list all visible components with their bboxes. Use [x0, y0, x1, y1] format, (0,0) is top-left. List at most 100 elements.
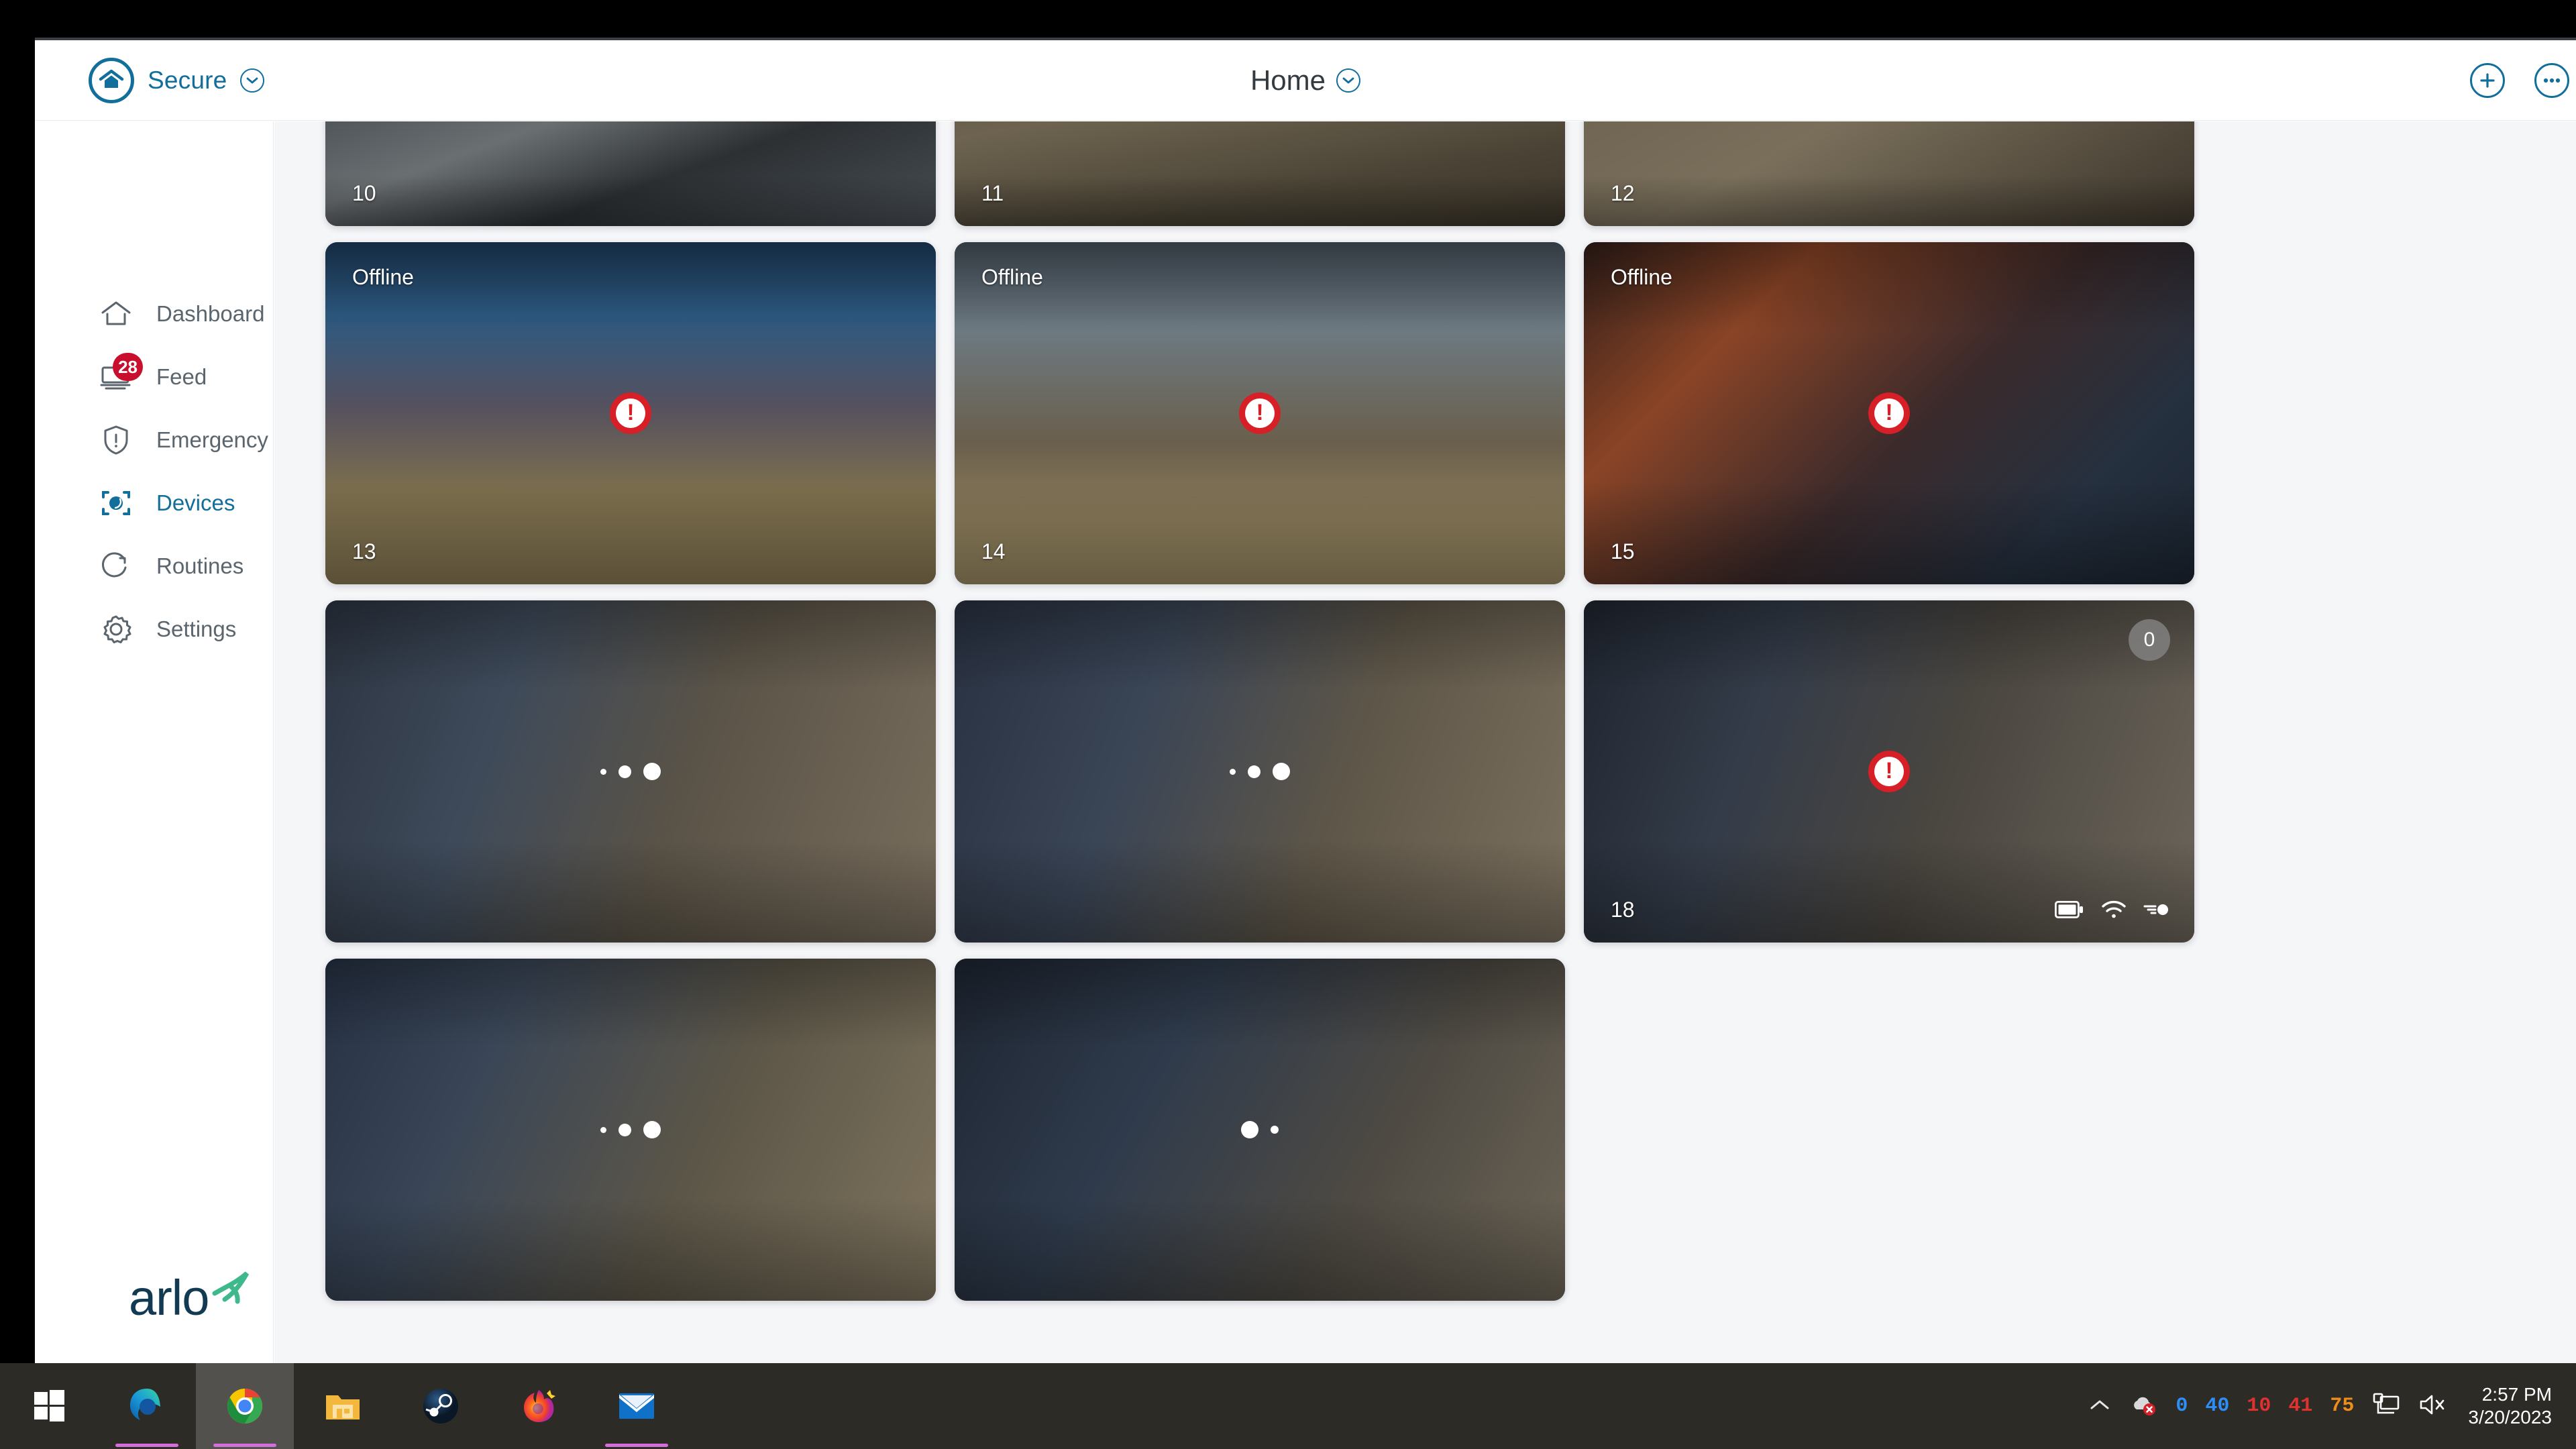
camera-card[interactable] [955, 959, 1565, 1301]
volume-muted-icon[interactable] [2418, 1393, 2447, 1419]
camera-card[interactable]: 18! 0 [1584, 600, 2194, 943]
running-indicator [115, 1444, 178, 1447]
spinner-dot [1230, 768, 1236, 775]
camera-status-icons [2054, 900, 2170, 922]
chevron-down-icon [240, 68, 265, 93]
feed-icon: 28 [99, 353, 143, 394]
camera-name-label: 18 [1611, 898, 1635, 922]
tray-monitor-value: 0 [2176, 1395, 2188, 1417]
taskbar-clock[interactable]: 2:57 PM 3/20/2023 [2464, 1383, 2569, 1429]
system-tray: 0 40 10 41 75 2:57 PM 3/20/2023 [2088, 1363, 2576, 1449]
alert-icon[interactable]: ! [1239, 392, 1281, 434]
steam-taskbar-button[interactable] [392, 1363, 490, 1449]
camera-card[interactable]: Offline 13! [325, 242, 936, 584]
tray-monitor-value: 10 [2247, 1395, 2271, 1417]
camera-status-label: Offline [981, 265, 1043, 289]
tray-monitor-value: 75 [2330, 1395, 2355, 1417]
devices-icon [99, 486, 133, 521]
header-actions [2470, 62, 2569, 98]
spinner-dot [1241, 1121, 1258, 1138]
chrome-taskbar-button[interactable] [196, 1363, 294, 1449]
sidebar-item-label: Routines [156, 553, 244, 578]
spinner-dot [643, 1121, 661, 1138]
sidebar-item-emergency[interactable]: Emergency [35, 409, 273, 472]
routines-icon [99, 549, 133, 584]
spinner-dot [1271, 1126, 1279, 1134]
spinner-dot [619, 765, 631, 778]
location-selector[interactable]: Home [1250, 64, 1361, 97]
running-indicator [213, 1444, 276, 1447]
battery-icon [2054, 900, 2084, 922]
running-indicator [605, 1444, 668, 1447]
explorer-taskbar-button[interactable] [294, 1363, 392, 1449]
security-mode-label: Secure [148, 66, 227, 94]
motion-icon [2143, 902, 2170, 921]
svg-text:arlo: arlo [129, 1270, 209, 1323]
camera-grid: 10 11 12 Offline 13! Offline 14! Offline 15! 18! 0 [274, 121, 2576, 1301]
house-icon [99, 297, 133, 331]
spinner-dot [1248, 765, 1260, 778]
camera-card[interactable]: Offline 14! [955, 242, 1565, 584]
loading-spinner [1230, 763, 1290, 780]
alert-icon[interactable]: ! [1868, 751, 1910, 792]
camera-status-label: Offline [352, 265, 414, 289]
more-options-icon[interactable] [2534, 62, 2569, 98]
gear-icon [99, 612, 133, 647]
home-shield-icon [89, 57, 134, 103]
sidebar-item-label: Devices [156, 490, 235, 515]
recording-count-badge[interactable]: 0 [2129, 619, 2170, 661]
security-mode-selector[interactable]: Secure [89, 57, 265, 103]
sidebar-item-label: Feed [156, 364, 207, 389]
firefox-taskbar-button[interactable] [490, 1363, 588, 1449]
start-button[interactable] [0, 1363, 98, 1449]
alert-icon[interactable]: ! [1868, 392, 1910, 434]
plus-circle-icon[interactable] [2470, 62, 2505, 98]
camera-card[interactable] [325, 959, 936, 1301]
wifi-icon [2102, 900, 2126, 922]
thumbnail-scrim [1584, 121, 2194, 226]
taskbar-buttons [0, 1363, 686, 1449]
sidebar-nav: Dashboard 28 Feed Emergency Devices Rout… [35, 282, 273, 661]
alert-icon[interactable]: ! [610, 392, 651, 434]
camera-card[interactable]: Offline 15! [1584, 242, 2194, 584]
clock-date: 3/20/2023 [2468, 1407, 2552, 1428]
camera-card[interactable] [955, 600, 1565, 943]
edge-taskbar-button[interactable] [98, 1363, 196, 1449]
spinner-dot [619, 1123, 631, 1136]
camera-card[interactable]: 12 [1584, 121, 2194, 226]
shield-alert-icon [99, 423, 133, 458]
chevron-down-icon [1336, 68, 1361, 93]
spinner-dot [1273, 763, 1290, 780]
camera-name-label: 13 [352, 539, 376, 564]
camera-name-label: 10 [352, 181, 376, 205]
mail-taskbar-button[interactable] [588, 1363, 686, 1449]
sidebar: Dashboard 28 Feed Emergency Devices Rout… [35, 121, 274, 1363]
camera-name-label: 12 [1611, 181, 1635, 205]
sidebar-item-dashboard[interactable]: Dashboard [35, 282, 273, 345]
sidebar-item-label: Settings [156, 616, 237, 641]
sidebar-item-routines[interactable]: Routines [35, 535, 273, 598]
device-grid-area: 10 11 12 Offline 13! Offline 14! Offline 15! 18! 0 [274, 121, 2576, 1363]
loading-spinner [600, 1121, 661, 1138]
sidebar-item-label: Dashboard [156, 301, 265, 326]
chevron-up-icon[interactable] [2088, 1397, 2111, 1415]
thumbnail-scrim [955, 121, 1565, 226]
sidebar-item-devices[interactable]: Devices [35, 472, 273, 535]
feed-unread-badge: 28 [113, 353, 143, 381]
camera-card[interactable]: 10 [325, 121, 936, 226]
sidebar-item-settings[interactable]: Settings [35, 598, 273, 661]
camera-card[interactable]: 11 [955, 121, 1565, 226]
browser-window: Secure Home Dashboard 28 Feed Emergency … [35, 38, 2576, 1363]
network-icon[interactable] [2371, 1393, 2401, 1420]
tray-monitor-value: 40 [2205, 1395, 2230, 1417]
sidebar-item-feed[interactable]: 28 Feed [35, 345, 273, 409]
loading-spinner [600, 763, 661, 780]
tray-monitor-value: 41 [2288, 1395, 2313, 1417]
sidebar-item-label: Emergency [156, 427, 268, 452]
spinner-dot [600, 768, 606, 775]
spinner-dot [600, 1126, 606, 1133]
windows-taskbar: 0 40 10 41 75 2:57 PM 3/20/2023 [0, 1363, 2576, 1449]
camera-card[interactable] [325, 600, 936, 943]
onedrive-error-icon[interactable] [2129, 1393, 2158, 1419]
app-header: Secure Home [35, 40, 2576, 121]
